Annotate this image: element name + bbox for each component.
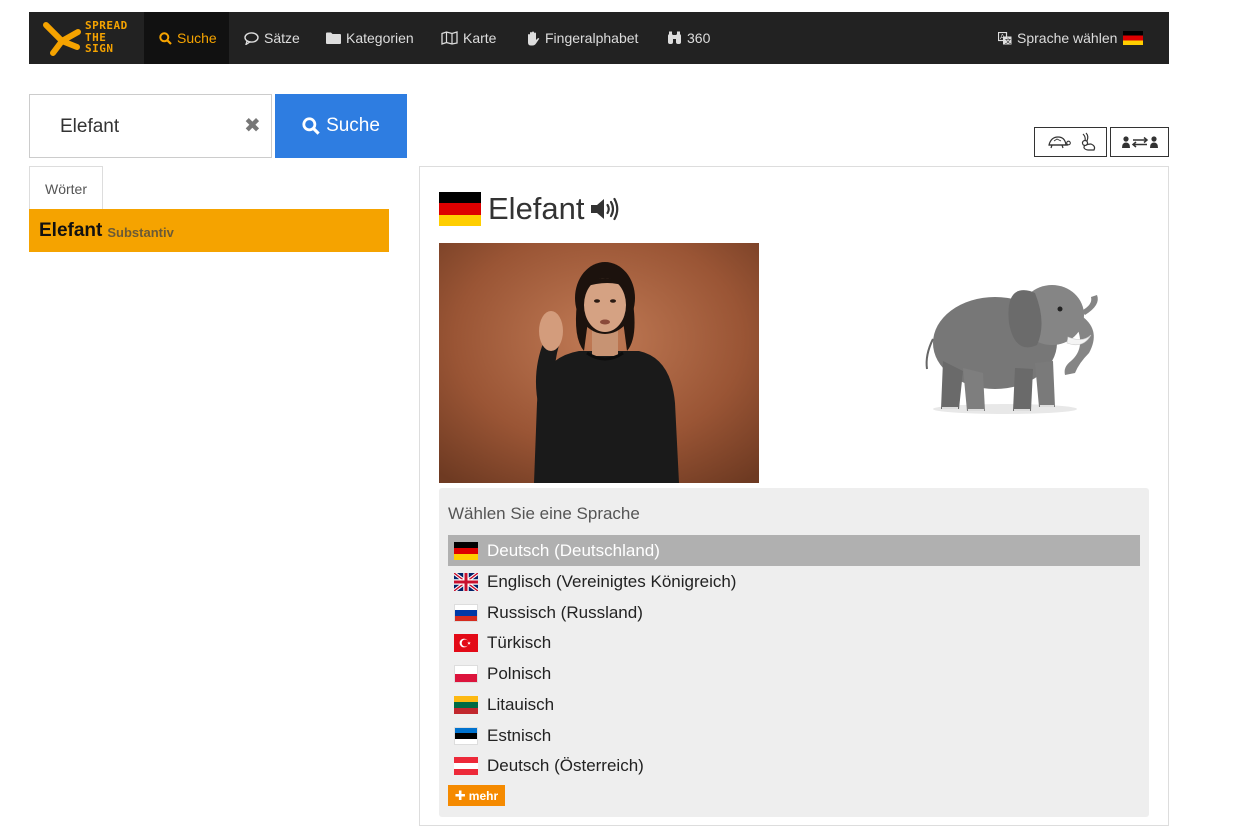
logo-mark-icon	[43, 22, 81, 56]
austrian-flag-icon	[454, 756, 478, 775]
search-icon	[159, 31, 172, 45]
nav-suche[interactable]: Suche	[144, 12, 229, 64]
language-selector[interactable]: A文 Sprache wählen	[983, 12, 1158, 64]
search-icon	[302, 117, 320, 135]
language-option-lt[interactable]: Litauisch	[448, 689, 1140, 720]
plus-icon: ✚	[454, 787, 466, 803]
entry-heading: Elefant	[439, 190, 621, 228]
entry-word: Elefant	[488, 191, 585, 226]
nav-fingeralphabet-label: Fingeralphabet	[545, 30, 639, 46]
language-option-label: Türkisch	[487, 632, 552, 652]
swap-signer-button[interactable]	[1110, 127, 1169, 157]
nav-suche-label: Suche	[177, 30, 217, 46]
elephant-illustration	[905, 243, 1110, 443]
result-word-type: Substantiv	[107, 225, 174, 240]
russian-flag-icon	[454, 603, 478, 622]
turkish-flag-icon	[454, 633, 478, 652]
nav-fingeralphabet[interactable]: Fingeralphabet	[511, 12, 653, 64]
playback-speed-button[interactable]	[1034, 127, 1107, 157]
logo-text: SPREAD THE SIGN	[85, 19, 128, 55]
nav-kategorien-label: Kategorien	[346, 30, 414, 46]
spread-the-sign-logo[interactable]: SPREAD THE SIGN	[29, 12, 144, 64]
turtle-icon	[1047, 136, 1071, 149]
german-flag-icon	[439, 192, 481, 226]
more-languages-label: mehr	[468, 788, 499, 803]
nav-360[interactable]: 360	[652, 12, 725, 64]
language-selector-label: Sprache wählen	[1017, 30, 1118, 46]
language-option-label: Russisch (Russland)	[487, 602, 643, 622]
search-button-label: Suche	[326, 115, 380, 136]
lithuanian-flag-icon	[454, 695, 478, 714]
binoculars-icon	[667, 31, 682, 45]
map-icon	[441, 31, 458, 45]
search-button[interactable]: Suche	[275, 94, 407, 158]
nav-karte[interactable]: Karte	[426, 12, 511, 64]
clear-search-icon[interactable]: ✖	[244, 113, 261, 138]
search-result-item[interactable]: Elefant Substantiv	[29, 209, 389, 252]
language-option-gb[interactable]: Englisch (Vereinigtes Königreich)	[448, 566, 1140, 597]
search-input[interactable]	[60, 116, 230, 138]
language-option-label: Deutsch (Österreich)	[487, 755, 644, 775]
nav-saetze-label: Sätze	[264, 30, 300, 46]
folder-icon	[326, 32, 341, 44]
language-option-label: Englisch (Vereinigtes Königreich)	[487, 571, 737, 591]
sign-video[interactable]	[439, 243, 759, 483]
result-word: Elefant	[39, 219, 103, 241]
uk-flag-icon	[454, 572, 478, 591]
rabbit-icon	[1081, 132, 1095, 151]
language-option-tr[interactable]: Türkisch	[448, 627, 1140, 658]
svg-text:文: 文	[1005, 36, 1012, 45]
language-option-ru[interactable]: Russisch (Russland)	[448, 597, 1140, 628]
german-flag-icon	[1123, 31, 1144, 45]
nav-saetze[interactable]: Sätze	[229, 12, 315, 64]
language-option-label: Deutsch (Deutschland)	[487, 540, 660, 560]
tab-woerter[interactable]: Wörter	[29, 166, 103, 210]
nav-360-label: 360	[687, 30, 711, 46]
polish-flag-icon	[454, 664, 478, 683]
top-navbar: SPREAD THE SIGN Suche Sätze Kategorien K…	[29, 12, 1169, 64]
hand-icon	[526, 31, 540, 46]
speaker-icon[interactable]	[589, 195, 621, 223]
speech-bubble-icon	[244, 31, 259, 45]
language-option-label: Polnisch	[487, 663, 552, 683]
language-option-label: Estnisch	[487, 725, 552, 745]
language-chooser: Wählen Sie eine Sprache Deutsch (Deutsch…	[439, 488, 1149, 817]
estonian-flag-icon	[454, 726, 478, 745]
nav-karte-label: Karte	[463, 30, 497, 46]
language-option-de[interactable]: Deutsch (Deutschland)	[448, 535, 1140, 566]
video-frame-image	[439, 243, 759, 483]
nav-kategorien[interactable]: Kategorien	[311, 12, 429, 64]
language-option-label: Litauisch	[487, 694, 555, 714]
language-chooser-title: Wählen Sie eine Sprache	[448, 504, 640, 523]
swap-users-icon	[1121, 136, 1158, 148]
language-option-ee[interactable]: Estnisch	[448, 720, 1140, 751]
language-option-at[interactable]: Deutsch (Österreich)	[448, 750, 1140, 781]
more-languages-button[interactable]: ✚ mehr	[448, 785, 505, 806]
german-flag-icon	[454, 541, 478, 560]
language-option-pl[interactable]: Polnisch	[448, 658, 1140, 689]
search-field-container: ✖	[29, 94, 272, 158]
translate-icon: A文	[998, 31, 1012, 45]
